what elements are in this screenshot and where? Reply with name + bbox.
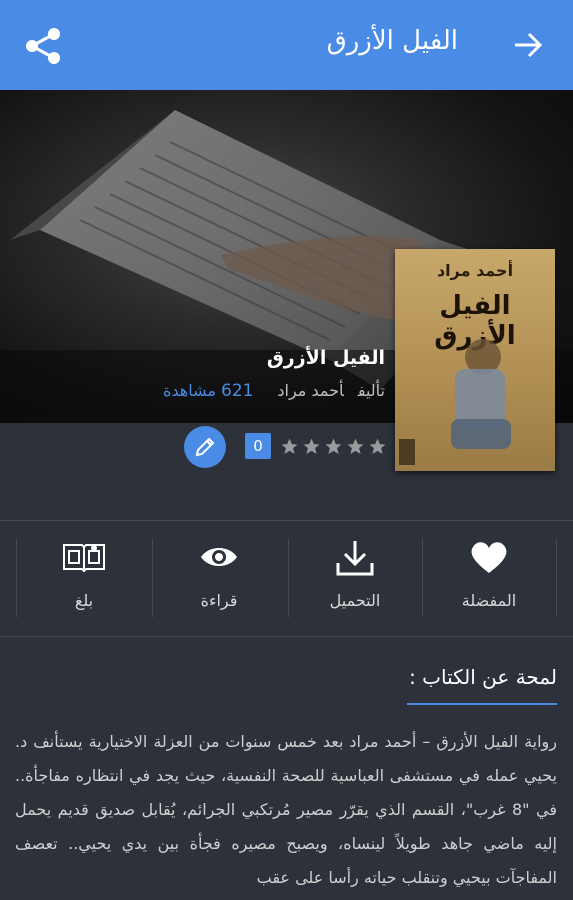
about-section-title: لمحة عن الكتاب : [409,665,557,689]
download-button[interactable]: التحميل [288,539,422,619]
divider [0,636,573,637]
views-count: 621 [221,381,254,401]
read-button[interactable]: قراءة [152,539,286,619]
download-icon [336,541,374,576]
actions-bar: المفضلة التحميل قراءة بلغ [0,521,573,635]
page-title: الفيل الأزرق [326,26,458,56]
star-icon[interactable] [368,437,387,456]
read-label: قراءة [200,591,238,610]
favorite-label: المفضلة [461,591,517,610]
book-description: رواية الفيل الأزرق – أحمد مراد بعد خمس س… [15,732,557,887]
author-label: تأليف [357,381,385,400]
share-button[interactable] [22,24,66,68]
heart-icon [471,542,507,573]
pencil-icon [195,437,215,457]
rating-count-badge: 0 [245,433,271,459]
separator [556,539,557,617]
share-icon [26,28,60,64]
star-icon[interactable] [302,437,321,456]
download-label: التحميل [329,591,381,610]
cover-figure-illustration [399,339,511,465]
report-button[interactable]: بلغ [17,539,151,619]
views-counter: 621 مشاهدة [163,381,253,401]
star-icon[interactable] [346,437,365,456]
book-report-icon [63,544,105,573]
book-title: الفيل الأزرق [266,347,385,369]
author-line: تأليف أحمد مراد [277,381,385,400]
report-label: بلغ [74,591,94,610]
rate-edit-button[interactable] [184,426,226,468]
star-icon[interactable] [324,437,343,456]
author-name[interactable]: أحمد مراد [277,381,343,400]
app-bar: الفيل الأزرق [0,0,573,90]
rating-stars[interactable] [280,437,387,456]
star-icon[interactable] [280,437,299,456]
views-label: مشاهدة [163,381,216,400]
section-underline [407,703,557,705]
back-button[interactable] [511,28,545,62]
eye-icon [201,548,237,566]
book-cover[interactable]: أحمد مراد الفيل الأزرق [395,249,555,471]
arrow-right-icon [515,32,543,58]
favorite-button[interactable]: المفضلة [422,539,556,619]
